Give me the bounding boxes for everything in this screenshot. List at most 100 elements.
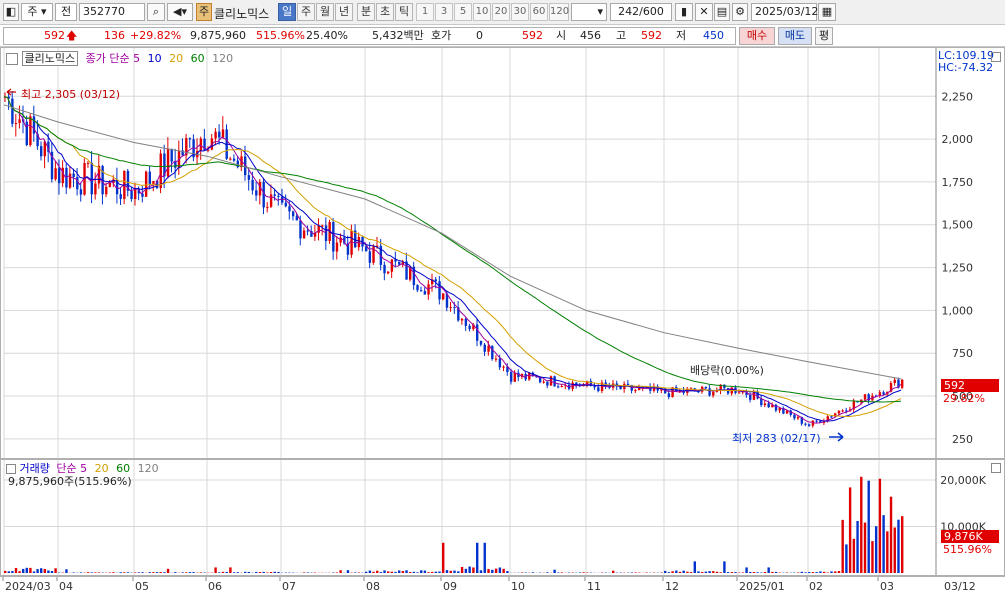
volume-bar [723,561,725,573]
interval-120[interactable]: 120 [549,3,569,21]
candle-body [339,238,341,243]
candle-body [764,404,766,406]
stock-code-value: 352770 [83,5,125,18]
volume-legend: 거래량 단순 5 20 60 120 [6,462,159,476]
candle-body [712,392,714,396]
volume-panel-resize-icon[interactable] [991,463,1001,473]
price-y-tick: 250 [952,433,973,446]
volume-bar [36,569,38,573]
volume-bar [354,572,356,573]
volume-pct: 515.96% [256,29,305,43]
volume-bar [901,516,903,573]
volume-bar [683,571,685,573]
period-tick[interactable]: 틱 [395,3,413,21]
volume-bar [476,543,478,573]
candle-body [160,154,162,189]
volume-legend-toggle-icon[interactable] [6,464,16,474]
interval-20[interactable]: 20 [492,3,510,21]
candle-body [307,231,309,232]
candle-body [214,132,216,139]
candle-body [285,203,287,207]
volume-bar [679,572,681,573]
legend-ma60: 60 [191,52,205,65]
candle-body [416,285,418,290]
candle-body [634,390,636,391]
speaker-icon[interactable]: ◀▾ [167,3,193,21]
panel-resize-icon[interactable] [991,52,1001,62]
volume-bar [409,572,411,573]
volume-bar [398,570,400,573]
interval-60[interactable]: 60 [530,3,548,21]
candle-body [495,359,497,360]
x-tick-label: 2024/03 [5,580,51,593]
candle-body [461,319,463,320]
candle-body [894,380,896,383]
candle-body [668,393,670,397]
volume-bar [775,572,777,573]
volume-legend-title: 거래량 [20,462,50,475]
save-icon[interactable]: ▤ [714,3,730,21]
avg-button[interactable]: 평 [815,27,833,45]
interval-10[interactable]: 10 [473,3,491,21]
sell-button[interactable]: 매도 [778,27,812,45]
candle-body [288,206,290,211]
volume-bar [853,539,855,573]
volume-bar [634,572,636,573]
legend-toggle-icon[interactable] [6,53,18,65]
volume-bar [546,572,548,573]
volume-bar [365,572,367,573]
volume-bar [372,572,374,573]
interval-1[interactable]: 1 [416,3,434,21]
candle-body [546,382,548,386]
volume-bar [506,571,508,573]
interval-3[interactable]: 3 [435,3,453,21]
date-input[interactable]: 2025/03/12 [751,3,817,21]
candle-type-icon[interactable]: ▮ [675,3,693,21]
volume-bar [801,572,803,573]
volume-chart-panel[interactable]: 20,000K10,000K 거래량 단순 5 20 60 120 9,875,… [0,459,1005,576]
period-week[interactable]: 주 [297,3,315,21]
volume-bar [47,570,49,573]
custom-interval-select[interactable]: ▾ [571,3,607,21]
candle-body [18,119,20,123]
candle-body [270,194,272,206]
price-legend-ma-title: 종가 단순 [86,52,130,65]
interval-5[interactable]: 5 [454,3,472,21]
volume-bar [864,523,866,573]
buy-button[interactable]: 매수 [739,27,775,45]
candle-body [830,416,832,417]
period-year[interactable]: 년 [335,3,353,21]
period-minute[interactable]: 분 [357,3,375,21]
price-chart-panel[interactable]: 2,2502,0001,7501,5001,2501,000750500250 … [0,47,1005,459]
search-icon[interactable]: ⌕ [147,3,165,21]
candle-body [174,162,176,168]
count-input[interactable]: 242/600 [610,3,672,21]
gear-icon[interactable]: ⚙ [732,3,748,21]
stock-code-input[interactable]: 352770 [79,3,145,21]
candle-body [229,159,231,160]
draw-tool-icon[interactable]: ✕ [695,3,713,21]
market-select[interactable]: 주 ▾ [21,3,53,21]
volume-bar [871,541,873,573]
chart-menu-icon[interactable]: ◧ [3,3,19,21]
candle-body [222,129,224,137]
volume-bar [856,521,858,573]
volume-bar [797,572,799,573]
price-chart[interactable]: 2,2502,0001,7501,5001,2501,000750500250 [1,48,1004,458]
candle-body [864,394,866,399]
interval-30[interactable]: 30 [511,3,529,21]
period-month[interactable]: 월 [316,3,334,21]
volume-bar [664,571,666,573]
candle-body [299,220,301,238]
volume-bar [442,543,444,573]
volume-bar [347,570,349,573]
candle-body [561,386,563,387]
volume-bar [745,567,747,573]
candle-body [841,410,843,411]
period-day[interactable]: 일 [278,3,296,21]
candle-body [255,190,257,195]
period-second[interactable]: 초 [376,3,394,21]
volume-chart[interactable]: 20,000K10,000K [1,460,1004,575]
type-select[interactable]: 전 [55,3,77,21]
calendar-icon[interactable]: ▦ [818,3,836,21]
